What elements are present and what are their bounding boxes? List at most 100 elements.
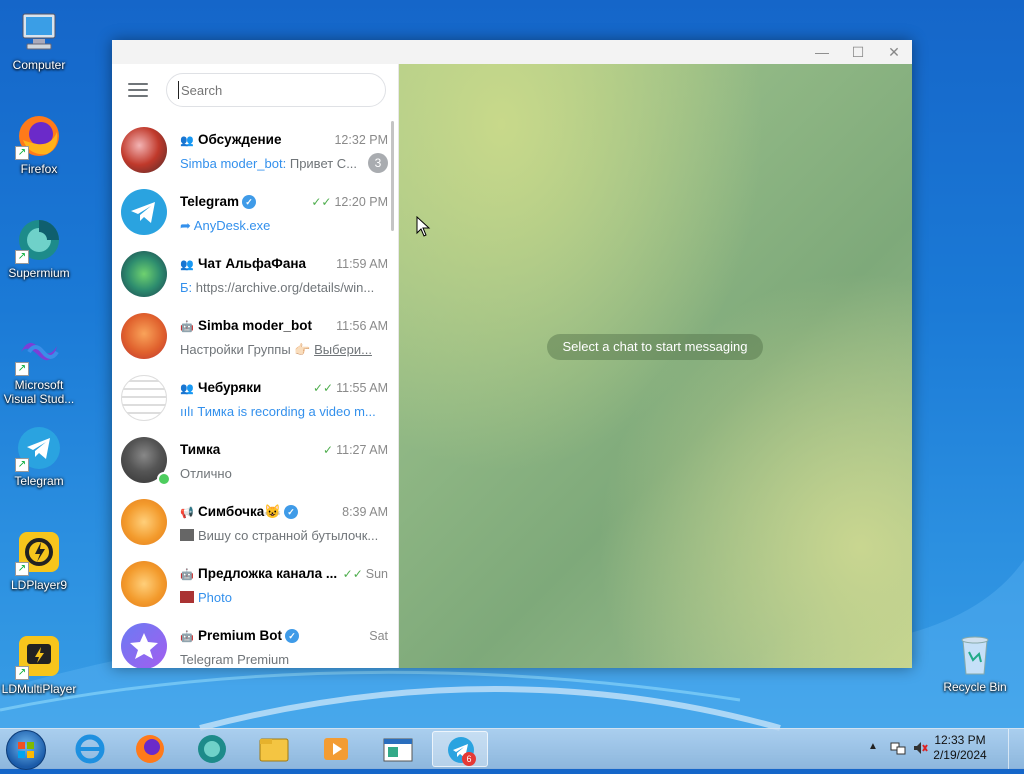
chat-time: 8:39 AM xyxy=(342,505,388,519)
chat-time: Sat xyxy=(369,629,388,643)
desktop-icon-label: Microsoft Visual Stud... xyxy=(3,378,75,406)
menu-icon[interactable] xyxy=(128,83,148,99)
taskbar-ie[interactable] xyxy=(62,731,118,767)
verified-icon: ✓ xyxy=(284,505,299,519)
title-bar[interactable]: — ☐ ✕ xyxy=(112,40,912,64)
minimize-button[interactable]: — xyxy=(805,40,839,64)
maximize-button[interactable]: ☐ xyxy=(841,40,875,64)
firefox-icon xyxy=(136,735,164,763)
desktop-icon-label: Computer xyxy=(12,58,66,72)
chat-preview: Вишу со странной бутылочк... xyxy=(180,528,390,543)
shortcut-arrow-icon: ↗ xyxy=(15,458,29,472)
telegram-icon xyxy=(131,202,155,223)
chat-preview: Б: https://archive.org/details/win... xyxy=(180,280,375,295)
chat-name: 👥 Обсуждение xyxy=(180,132,282,147)
online-indicator xyxy=(157,472,171,486)
chat-name: 👥 Чебуряки xyxy=(180,380,262,395)
taskbar-telegram[interactable]: 6 xyxy=(432,731,488,767)
chat-time: ✓✓ Sun xyxy=(342,567,388,581)
telegram-icon xyxy=(448,737,474,763)
volume-muted-icon[interactable] xyxy=(912,740,928,756)
network-icon[interactable] xyxy=(890,740,906,756)
empty-chat-placeholder: Select a chat to start messaging xyxy=(547,334,763,360)
chat-item-obsuzhdenie[interactable]: 👥 Обсуждение 12:32 PM Simba moder_bot: Пр… xyxy=(112,120,398,182)
unread-badge: 3 xyxy=(368,153,388,173)
desktop-icon-label: Supermium xyxy=(8,266,70,280)
avatar xyxy=(121,623,167,668)
chat-time: 11:59 AM xyxy=(336,257,388,271)
desktop-icon-ldplayer[interactable]: ↗ LDPlayer9 xyxy=(0,528,81,592)
sent-check-icon: ✓ xyxy=(323,443,334,457)
verified-icon: ✓ xyxy=(242,195,257,209)
desktop-icon-telegram[interactable]: ↗ Telegram xyxy=(0,424,81,488)
chat-time: ✓ 11:27 AM xyxy=(323,443,388,457)
chat-item-simbochka[interactable]: 📢 Симбочка😺 ✓ 8:39 AM Вишу со странной бут… xyxy=(112,492,398,554)
taskbar-explorer[interactable] xyxy=(246,731,302,767)
supermium-icon xyxy=(198,735,226,763)
channel-icon: 📢 xyxy=(180,507,194,519)
chat-name: 🤖 Предложка канала ... xyxy=(180,566,338,581)
read-check-icon: ✓✓ xyxy=(311,195,332,209)
chat-preview: Simba moder_bot: Привет С... xyxy=(180,156,358,171)
shortcut-arrow-icon: ↗ xyxy=(15,666,29,680)
taskbar-firefox[interactable] xyxy=(122,731,178,767)
mouse-cursor-icon xyxy=(416,216,431,237)
verified-icon: ✓ xyxy=(285,629,300,643)
chat-item-cheburyaki[interactable]: 👥 Чебуряки ✓✓ 11:55 AM ıılı Тимка is recor… xyxy=(112,368,398,430)
show-hidden-icons-button[interactable]: ▲ xyxy=(868,741,878,752)
chat-preview: Photo xyxy=(180,590,390,605)
clock-date: 2/19/2024 xyxy=(933,748,987,762)
chat-time: 11:56 AM xyxy=(336,319,388,333)
shortcut-arrow-icon: ↗ xyxy=(15,250,29,264)
chat-time: 12:32 PM xyxy=(334,133,388,147)
desktop-icon-firefox[interactable]: ↗ Firefox xyxy=(0,112,81,176)
desktop-icon-supermium[interactable]: ↗ Supermium xyxy=(0,216,81,280)
close-button[interactable]: ✕ xyxy=(877,40,911,64)
avatar xyxy=(121,189,167,235)
read-check-icon: ✓✓ xyxy=(342,567,363,581)
visual-studio-icon: ↗ xyxy=(15,328,63,376)
window-app-icon xyxy=(383,738,413,762)
taskbar-app[interactable] xyxy=(370,731,426,767)
desktop-icon-label: Telegram xyxy=(14,474,64,488)
chat-item-telegram[interactable]: Telegram ✓ ✓✓ 12:20 PM ➦ AnyDesk.exe xyxy=(112,182,398,244)
chat-preview: ıılı Тимка is recording a video m... xyxy=(180,404,376,419)
bot-icon: 🤖 xyxy=(180,321,194,333)
notification-badge: 6 xyxy=(462,752,476,766)
taskbar-media-player[interactable] xyxy=(308,731,364,767)
desktop-icon-visual-studio[interactable]: ↗ Microsoft Visual Stud... xyxy=(0,328,81,406)
photo-thumb-icon xyxy=(180,591,194,603)
chat-preview: Настройки Группы 👉🏻 Выбери... xyxy=(180,342,372,357)
chat-time: ✓✓ 11:55 AM xyxy=(313,381,388,395)
desktop-icon-recycle-bin[interactable]: Recycle Bin xyxy=(933,630,1017,694)
desktop-icon-label: LDPlayer9 xyxy=(10,578,68,592)
desktop-icon-label: Firefox xyxy=(20,162,58,176)
show-desktop-button[interactable] xyxy=(1008,729,1024,769)
chat-item-alfafana[interactable]: 👥 Чат АльфаФана 11:59 AM Б: https://archi… xyxy=(112,244,398,306)
chat-item-predlozhka[interactable]: 🤖 Предложка канала ... ✓✓ Sun Photo xyxy=(112,554,398,616)
search-input[interactable] xyxy=(166,73,386,107)
chat-item-timka[interactable]: Тимка ✓ 11:27 AM Отлично xyxy=(112,430,398,492)
shortcut-arrow-icon: ↗ xyxy=(15,562,29,576)
chat-name: 🤖 Premium Bot ✓ xyxy=(180,628,300,643)
desktop-icon-ldmultiplayer[interactable]: ↗ LDMultiPlayer xyxy=(0,632,81,696)
chat-area[interactable]: Select a chat to start messaging xyxy=(399,64,912,668)
bot-icon: 🤖 xyxy=(180,631,194,643)
photo-thumb-icon xyxy=(180,529,194,541)
chat-preview: ➦ AnyDesk.exe xyxy=(180,218,271,233)
avatar xyxy=(121,251,167,297)
desktop-icon-label: LDMultiPlayer xyxy=(1,682,77,696)
start-button[interactable] xyxy=(6,730,46,770)
desktop-icon-label: Recycle Bin xyxy=(943,680,1007,694)
chat-item-simba-moder-bot[interactable]: 🤖 Simba moder_bot 11:56 AM Настройки Груп… xyxy=(112,306,398,368)
chat-item-premium-bot[interactable]: 🤖 Premium Bot ✓ Sat Telegram Premium xyxy=(112,616,398,668)
chat-name: 👥 Чат АльфаФана xyxy=(180,256,306,271)
taskbar: 6 ▲ 12:33 PM 2/19/2024 xyxy=(0,728,1024,770)
system-clock[interactable]: 12:33 PM 2/19/2024 xyxy=(930,733,990,763)
taskbar-supermium[interactable] xyxy=(184,731,240,767)
shortcut-arrow-icon: ↗ xyxy=(15,362,29,376)
avatar xyxy=(121,561,167,607)
media-player-icon xyxy=(324,738,348,760)
desktop-icon-computer[interactable]: Computer xyxy=(0,8,81,72)
telegram-icon: ↗ xyxy=(15,424,63,472)
